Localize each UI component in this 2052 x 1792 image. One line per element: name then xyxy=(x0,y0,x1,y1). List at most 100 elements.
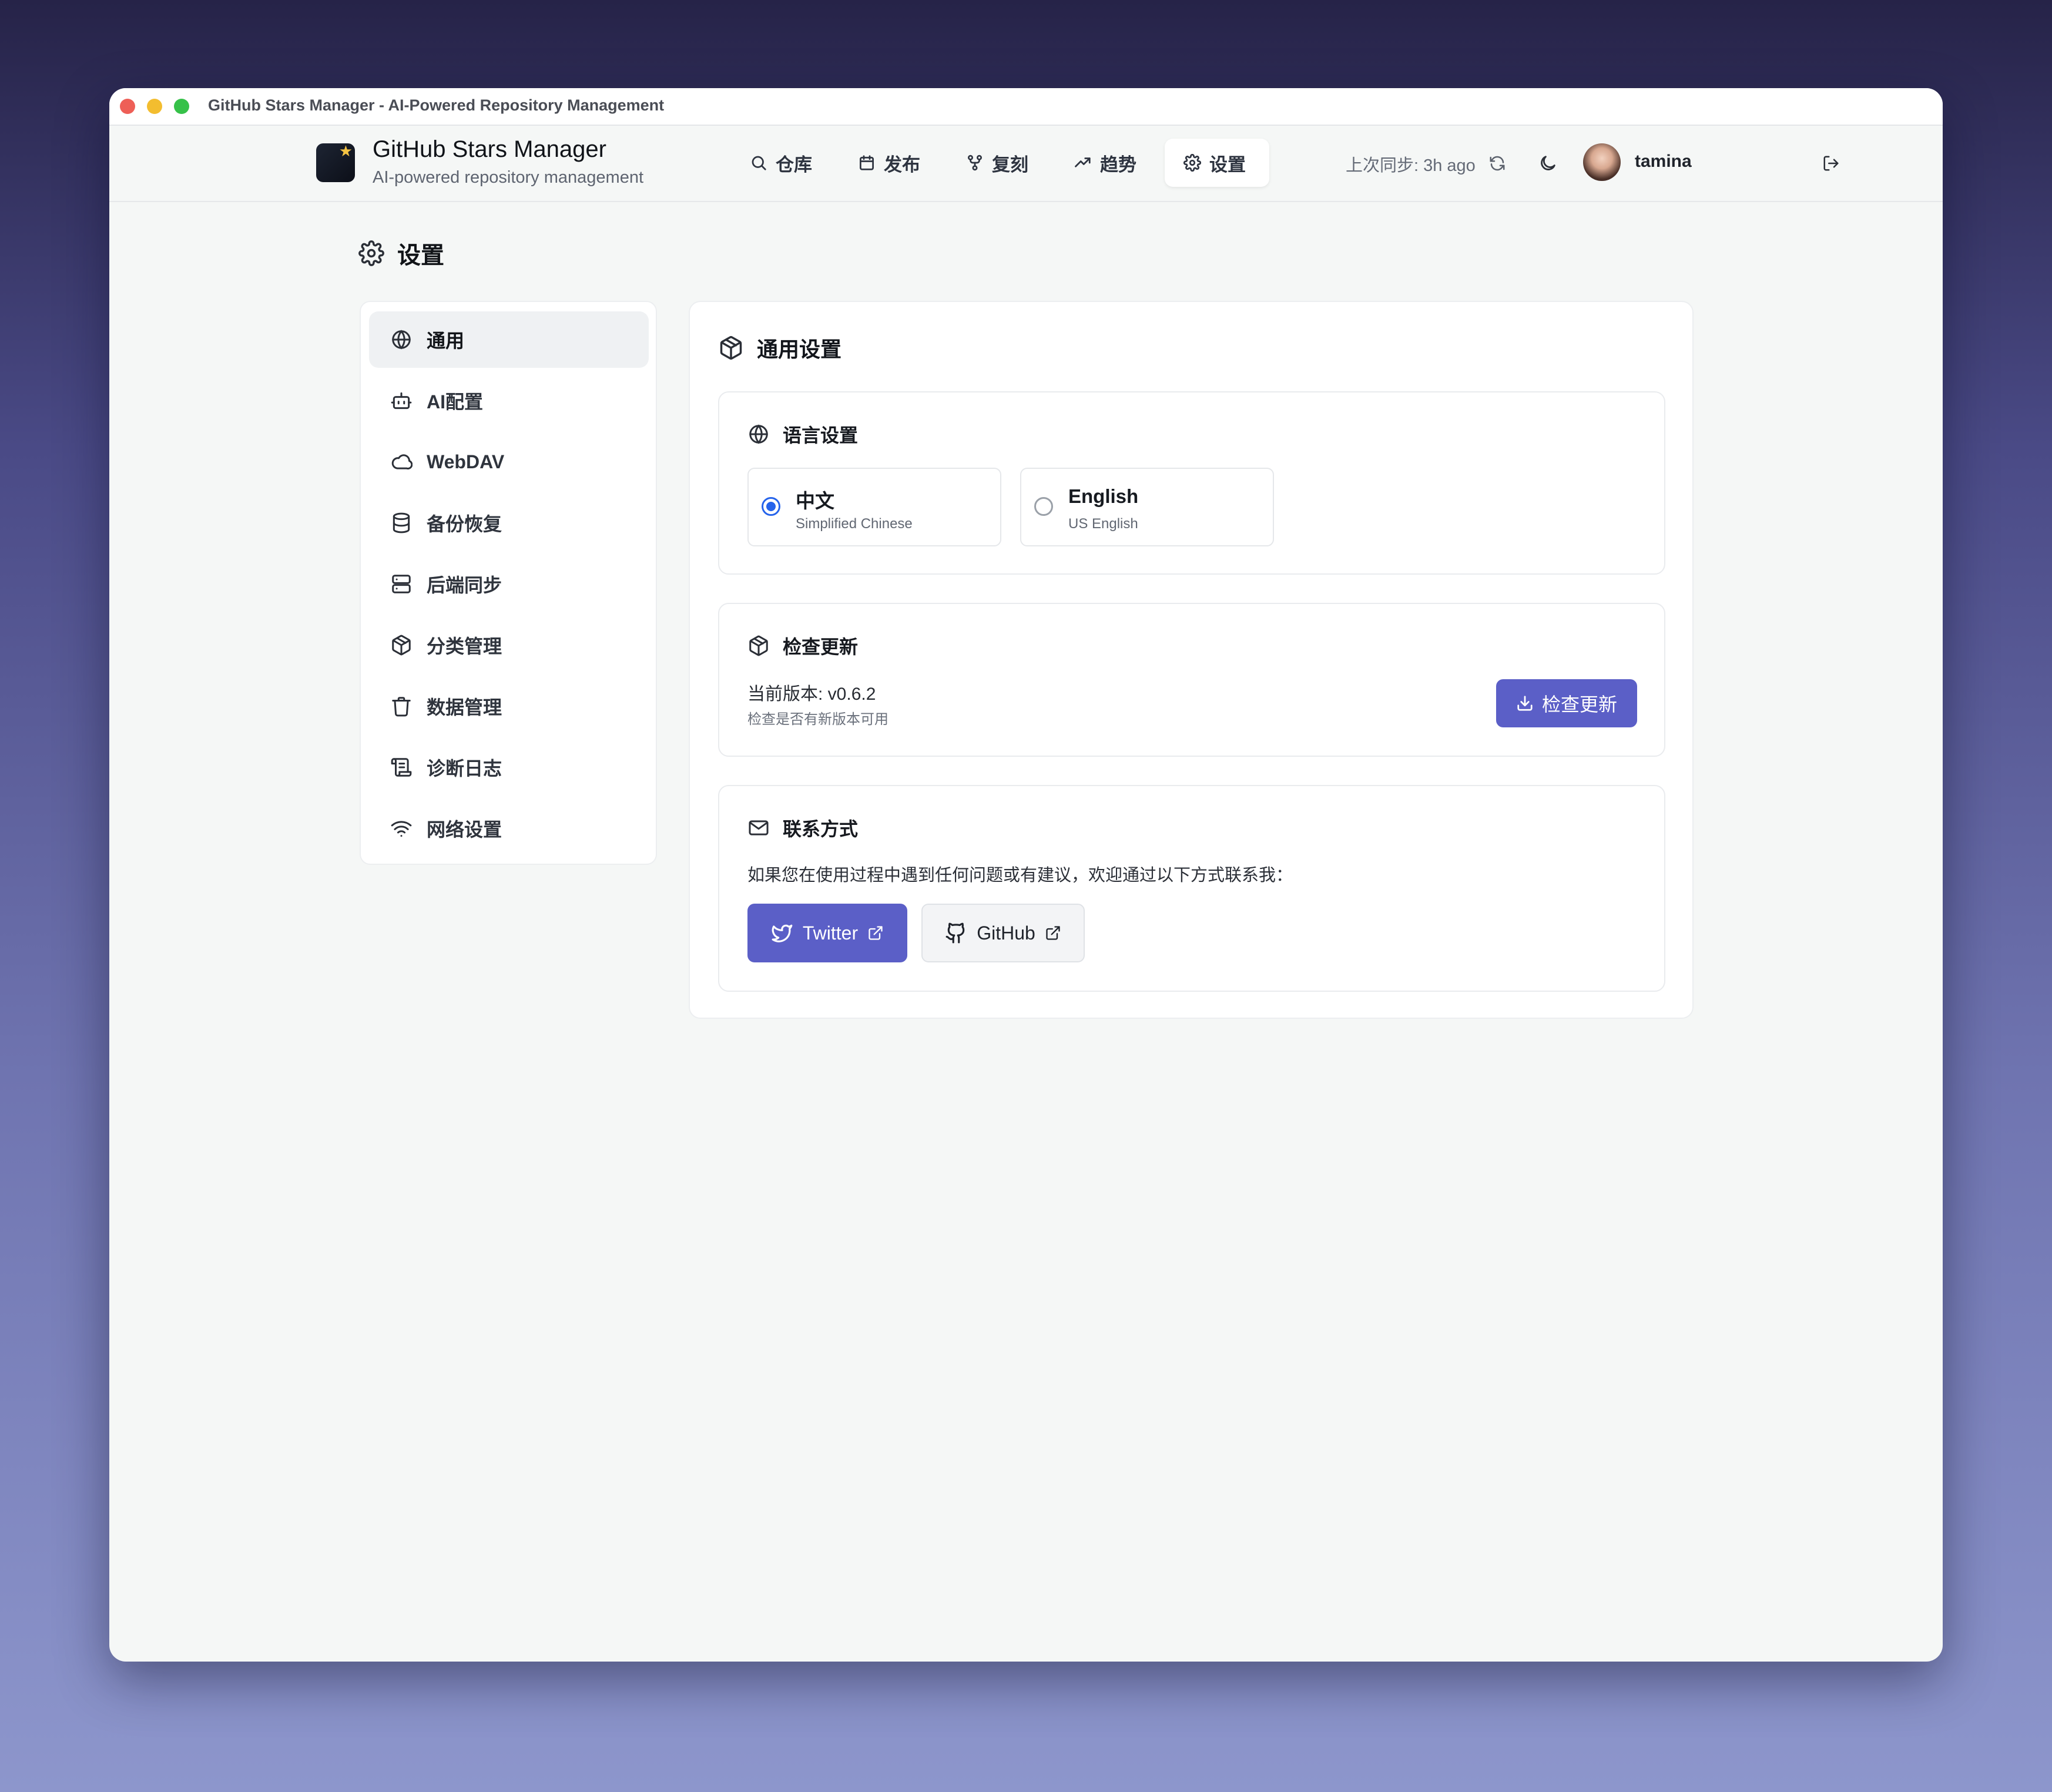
external-link-icon xyxy=(1046,926,1060,940)
window-titlebar: GitHub Stars Manager - AI-Powered Reposi… xyxy=(109,88,1943,126)
trending-up-icon xyxy=(1075,157,1091,167)
app-logo: ★ xyxy=(316,142,355,182)
sidebar-item-categories[interactable]: 分类管理 xyxy=(369,617,649,673)
update-card: 检查更新 当前版本: v0.6.2 检查是否有新版本可用 检查更新 xyxy=(718,603,1665,757)
github-button[interactable]: GitHub xyxy=(921,904,1085,962)
nav-item-settings[interactable]: 设置 xyxy=(1165,139,1269,187)
page-title-text: 设置 xyxy=(397,243,444,269)
bot-icon xyxy=(391,392,412,410)
sidebar-item-label: 后端同步 xyxy=(427,575,502,596)
server-icon xyxy=(392,575,411,593)
nav-label: 仓库 xyxy=(776,154,812,175)
package-icon xyxy=(392,635,411,656)
app-subtitle: AI-powered repository management xyxy=(373,168,644,187)
nav-label: 复刻 xyxy=(992,154,1028,175)
sidebar-item-backup[interactable]: 备份恢复 xyxy=(369,495,649,551)
sidebar-item-label: 网络设置 xyxy=(427,819,502,840)
sidebar-item-label: 通用 xyxy=(427,330,465,351)
package-icon xyxy=(720,335,742,360)
globe-icon xyxy=(749,424,768,444)
check-update-button[interactable]: 检查更新 xyxy=(1496,679,1637,727)
panel-title: 通用设置 xyxy=(718,333,841,363)
github-icon xyxy=(945,922,965,944)
sidebar-item-data-management[interactable]: 数据管理 xyxy=(369,678,649,734)
language-name: 中文 xyxy=(796,490,834,512)
twitter-icon xyxy=(772,924,793,942)
github-label: GitHub xyxy=(977,922,1035,944)
sidebar-item-label: 分类管理 xyxy=(427,636,502,657)
contact-card: 联系方式 如果您在使用过程中遇到任何问题或有建议，欢迎通过以下方式联系我： Tw… xyxy=(718,785,1665,992)
sidebar-item-ai-config[interactable]: AI配置 xyxy=(369,373,649,429)
calendar-icon xyxy=(860,155,874,170)
page-title: 设置 xyxy=(358,236,444,270)
check-update-label: 检查更新 xyxy=(1541,694,1617,715)
sync-status: 上次同步: 3h ago xyxy=(1346,156,1476,175)
git-fork-icon xyxy=(968,155,982,171)
username: tamina xyxy=(1635,152,1692,171)
contact-description: 如果您在使用过程中遇到任何问题或有建议，欢迎通过以下方式联系我： xyxy=(747,866,1293,885)
sidebar-item-webdav[interactable]: WebDAV xyxy=(369,434,649,490)
general-settings-panel: 通用设置 语言设置 中文 Simplified Chinese English … xyxy=(689,301,1694,1019)
sidebar-item-backend-sync[interactable]: 后端同步 xyxy=(369,556,649,612)
maximize-window-button[interactable] xyxy=(174,99,189,114)
radio-english[interactable] xyxy=(1034,497,1053,516)
sidebar-item-label: WebDAV xyxy=(427,451,505,472)
minimize-window-button[interactable] xyxy=(147,99,162,114)
app-title: GitHub Stars Manager xyxy=(373,136,606,162)
nav-item-trending[interactable]: 趋势 xyxy=(1055,139,1155,187)
nav-label: 趋势 xyxy=(1100,154,1136,175)
star-icon: ★ xyxy=(338,142,353,160)
nav-item-repositories[interactable]: 仓库 xyxy=(731,139,831,187)
gear-icon xyxy=(1183,154,1201,172)
wifi-icon xyxy=(391,821,412,837)
window-title: GitHub Stars Manager - AI-Powered Reposi… xyxy=(208,96,665,114)
language-option-chinese[interactable]: 中文 Simplified Chinese xyxy=(747,468,1001,546)
language-desc: US English xyxy=(1068,516,1138,532)
sidebar-item-label: 备份恢复 xyxy=(427,514,502,535)
search-icon xyxy=(752,156,766,170)
mail-icon xyxy=(749,820,769,835)
twitter-label: Twitter xyxy=(802,922,859,944)
external-link-icon xyxy=(869,926,883,940)
language-card-title: 语言设置 xyxy=(747,421,858,448)
sidebar-item-network[interactable]: 网络设置 xyxy=(369,800,649,857)
sidebar-item-diagnostic-logs[interactable]: 诊断日志 xyxy=(369,739,649,796)
panel-title-text: 通用设置 xyxy=(757,337,842,361)
close-window-button[interactable] xyxy=(120,99,135,114)
contact-card-title: 联系方式 xyxy=(747,814,858,841)
nav-item-forks[interactable]: 复刻 xyxy=(947,139,1047,187)
database-icon xyxy=(393,512,410,533)
nav-item-releases[interactable]: 发布 xyxy=(839,139,939,187)
language-title-text: 语言设置 xyxy=(783,425,859,446)
package-icon xyxy=(749,635,768,656)
settings-sidebar: 通用 AI配置 WebDAV 备份恢复 后端同步 分类管理 数据管理 诊断日志 xyxy=(360,301,657,865)
trash-icon xyxy=(392,697,411,717)
sidebar-item-label: AI配置 xyxy=(427,391,484,412)
radio-chinese[interactable] xyxy=(762,497,780,516)
contact-title-text: 联系方式 xyxy=(783,818,859,840)
sidebar-item-label: 诊断日志 xyxy=(427,758,502,779)
cloud-icon xyxy=(391,454,413,470)
download-icon xyxy=(1517,696,1533,711)
language-card: 语言设置 中文 Simplified Chinese English US En… xyxy=(718,391,1665,575)
app-header: ★ GitHub Stars Manager AI-powered reposi… xyxy=(109,126,1943,202)
nav-label: 设置 xyxy=(1209,154,1246,175)
twitter-button[interactable]: Twitter xyxy=(747,904,907,962)
nav-label: 发布 xyxy=(884,154,920,175)
update-card-title: 检查更新 xyxy=(747,632,858,659)
app-window: GitHub Stars Manager - AI-Powered Reposi… xyxy=(109,88,1943,1662)
update-title-text: 检查更新 xyxy=(783,636,859,657)
gear-icon xyxy=(358,240,384,266)
avatar[interactable] xyxy=(1583,143,1621,181)
globe-icon xyxy=(392,330,411,350)
language-desc: Simplified Chinese xyxy=(796,516,913,532)
language-option-english[interactable]: English US English xyxy=(1020,468,1274,546)
update-hint: 检查是否有新版本可用 xyxy=(747,712,888,727)
sidebar-item-label: 数据管理 xyxy=(427,697,502,718)
logout-icon[interactable] xyxy=(1819,152,1843,175)
sidebar-item-general[interactable]: 通用 xyxy=(369,311,649,368)
refresh-icon[interactable] xyxy=(1486,152,1509,175)
current-version: 当前版本: v0.6.2 xyxy=(747,684,876,704)
language-name: English xyxy=(1068,485,1139,507)
moon-icon[interactable] xyxy=(1536,152,1560,175)
